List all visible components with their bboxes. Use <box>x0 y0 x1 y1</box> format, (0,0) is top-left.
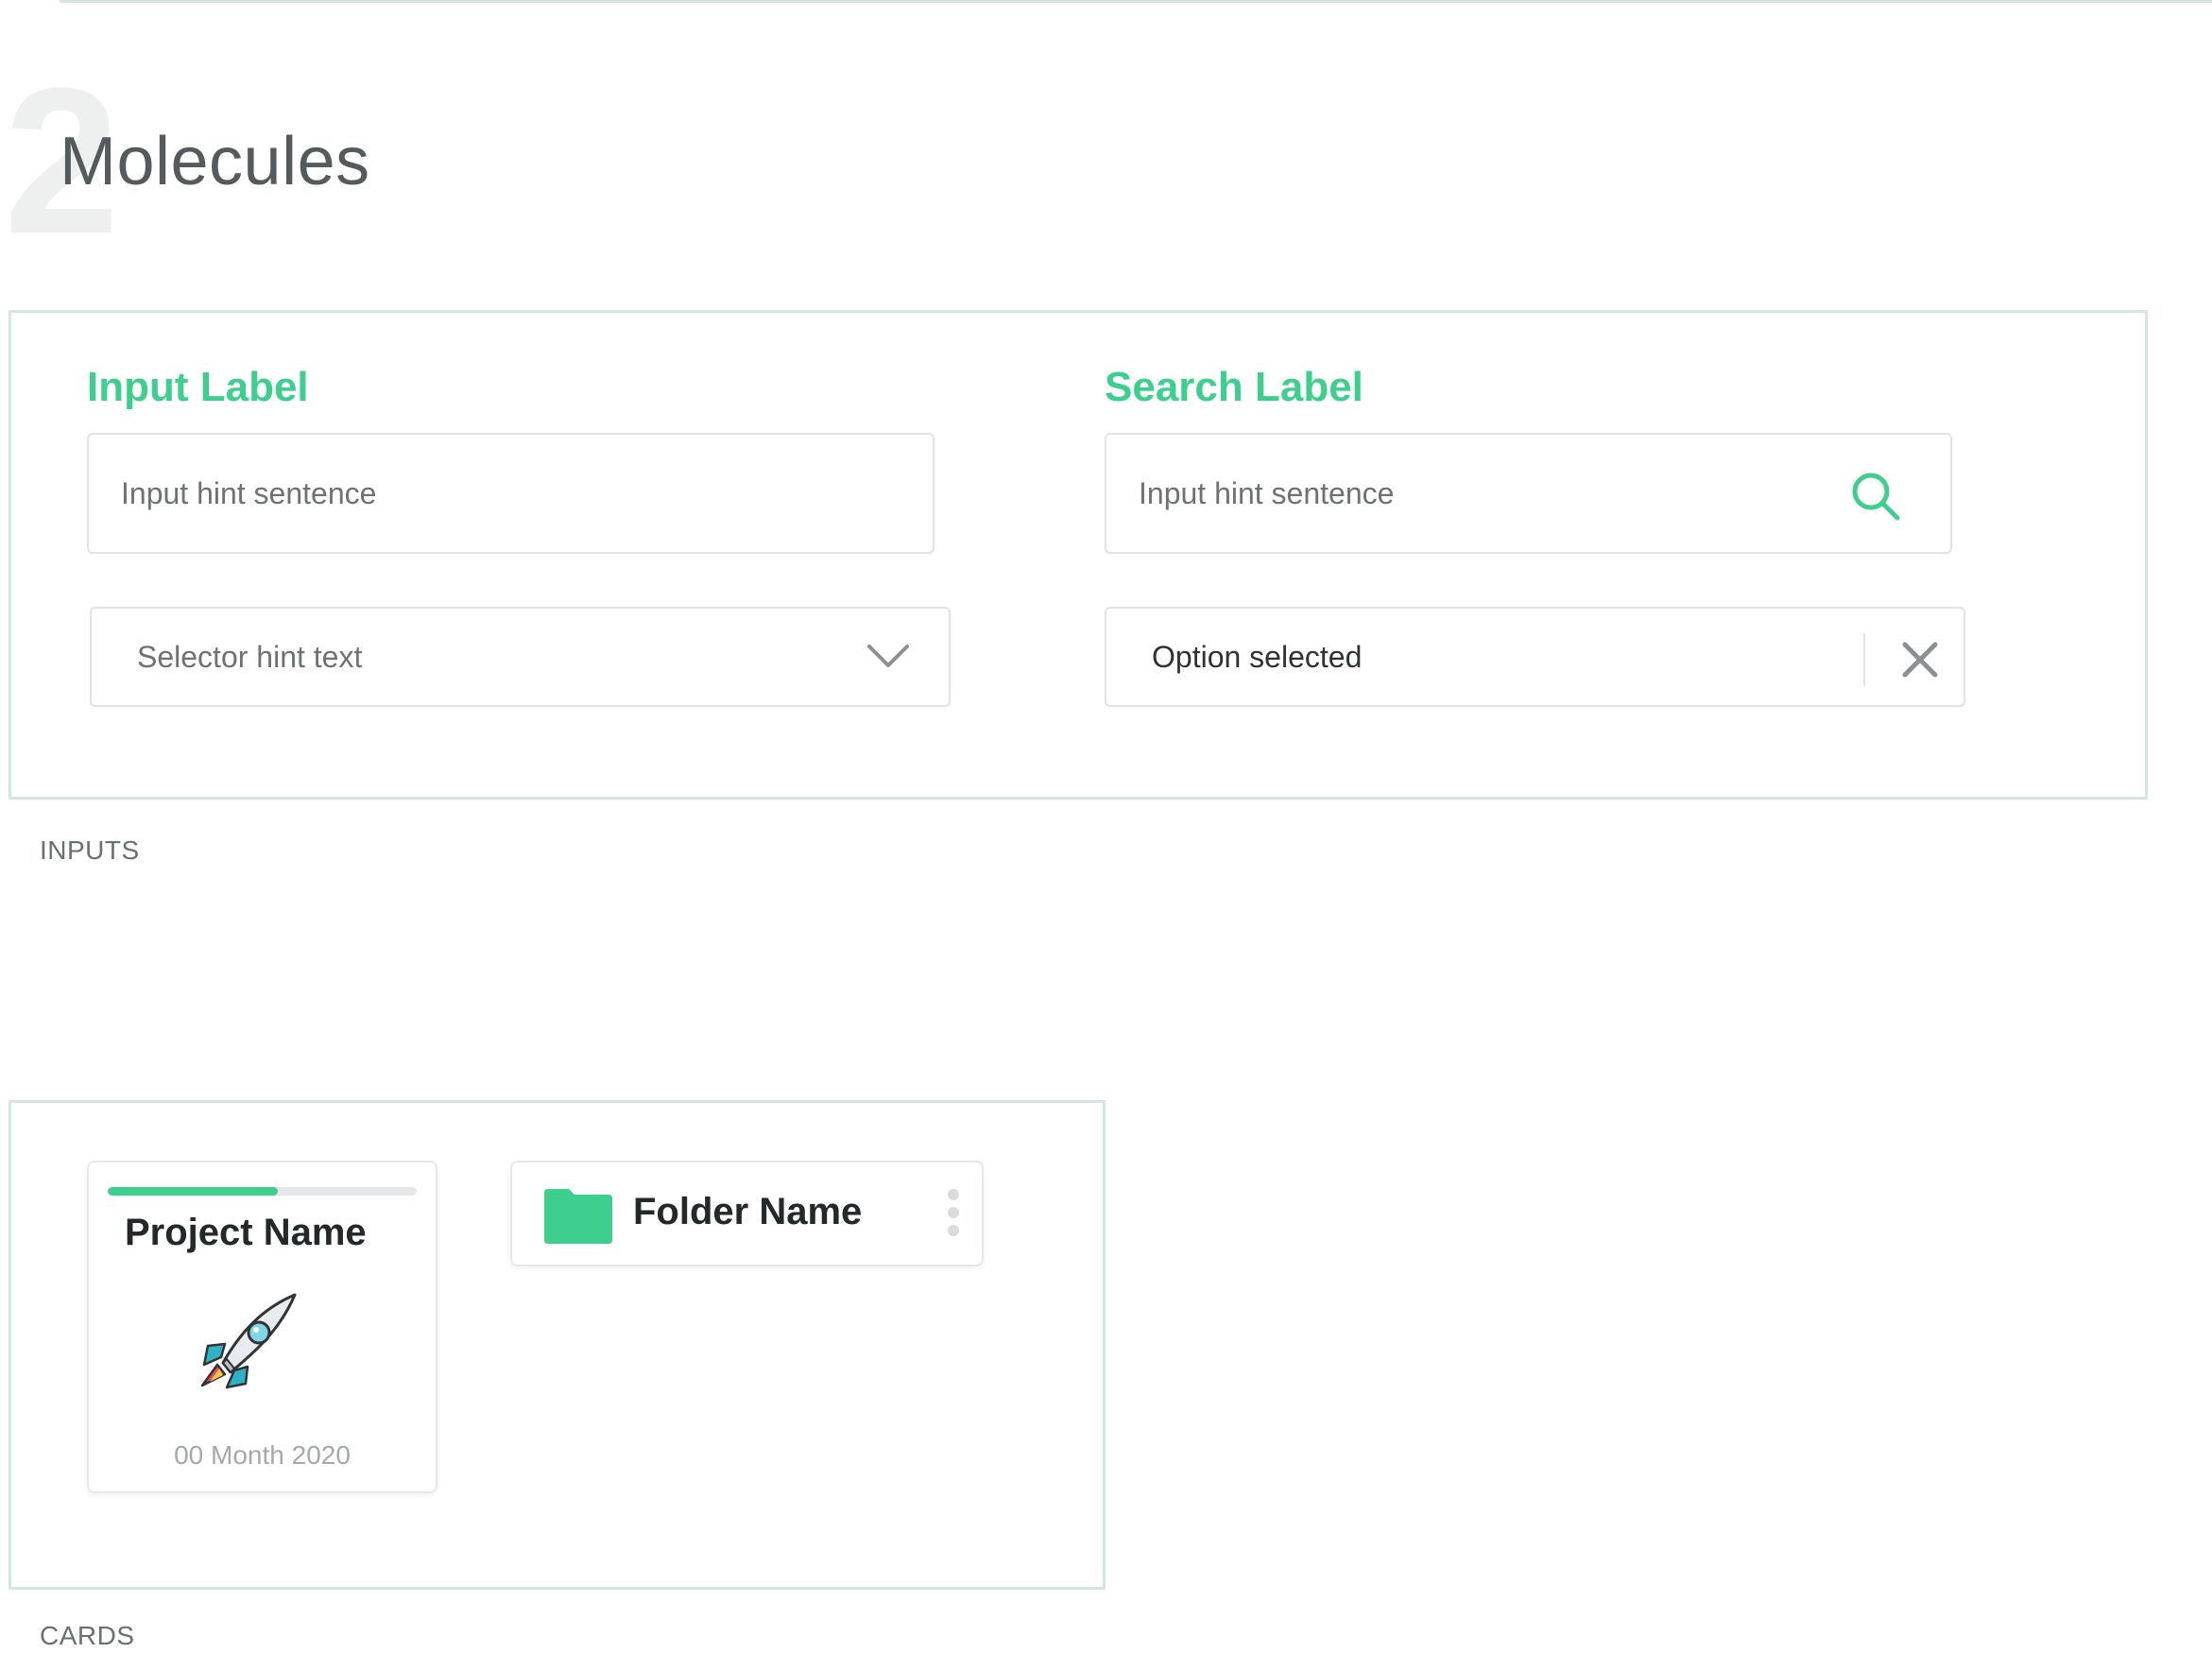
chevron-down-icon[interactable] <box>866 641 911 671</box>
project-date: 00 Month 2020 <box>174 1440 351 1470</box>
folder-icon <box>544 1189 612 1244</box>
project-progress-fill <box>108 1187 278 1196</box>
search-input-placeholder: Input hint sentence <box>1139 475 1395 510</box>
search-input[interactable]: Input hint sentence <box>1105 433 1952 554</box>
input-label: Input Label <box>87 364 309 410</box>
inputs-panel <box>9 310 2148 800</box>
search-icon[interactable] <box>1850 471 1901 522</box>
rocket-icon <box>200 1293 297 1389</box>
project-progress-bar <box>108 1187 417 1196</box>
text-input-placeholder: Input hint sentence <box>121 475 377 510</box>
folder-card[interactable]: Folder Name <box>510 1161 984 1266</box>
text-input[interactable]: Input hint sentence <box>87 433 935 554</box>
project-name: Project Name <box>125 1212 367 1253</box>
page-title: Molecules <box>60 124 370 199</box>
selected-option-value: Option selected <box>1152 639 1363 674</box>
field-divider <box>1863 633 1865 686</box>
selected-option-field[interactable]: Option selected <box>1105 607 1965 707</box>
cards-caption: CARDS <box>40 1621 135 1650</box>
folder-name: Folder Name <box>633 1191 863 1232</box>
search-label: Search Label <box>1105 364 1363 410</box>
selector-dropdown[interactable]: Selector hint text <box>90 607 951 707</box>
project-card[interactable]: Project Name 00 Month 2020 <box>87 1161 437 1493</box>
inputs-caption: INPUTS <box>40 835 140 865</box>
close-icon[interactable] <box>1901 641 1939 679</box>
kebab-menu-icon[interactable] <box>948 1189 961 1242</box>
top-divider <box>60 0 2212 3</box>
selector-placeholder: Selector hint text <box>137 639 363 674</box>
